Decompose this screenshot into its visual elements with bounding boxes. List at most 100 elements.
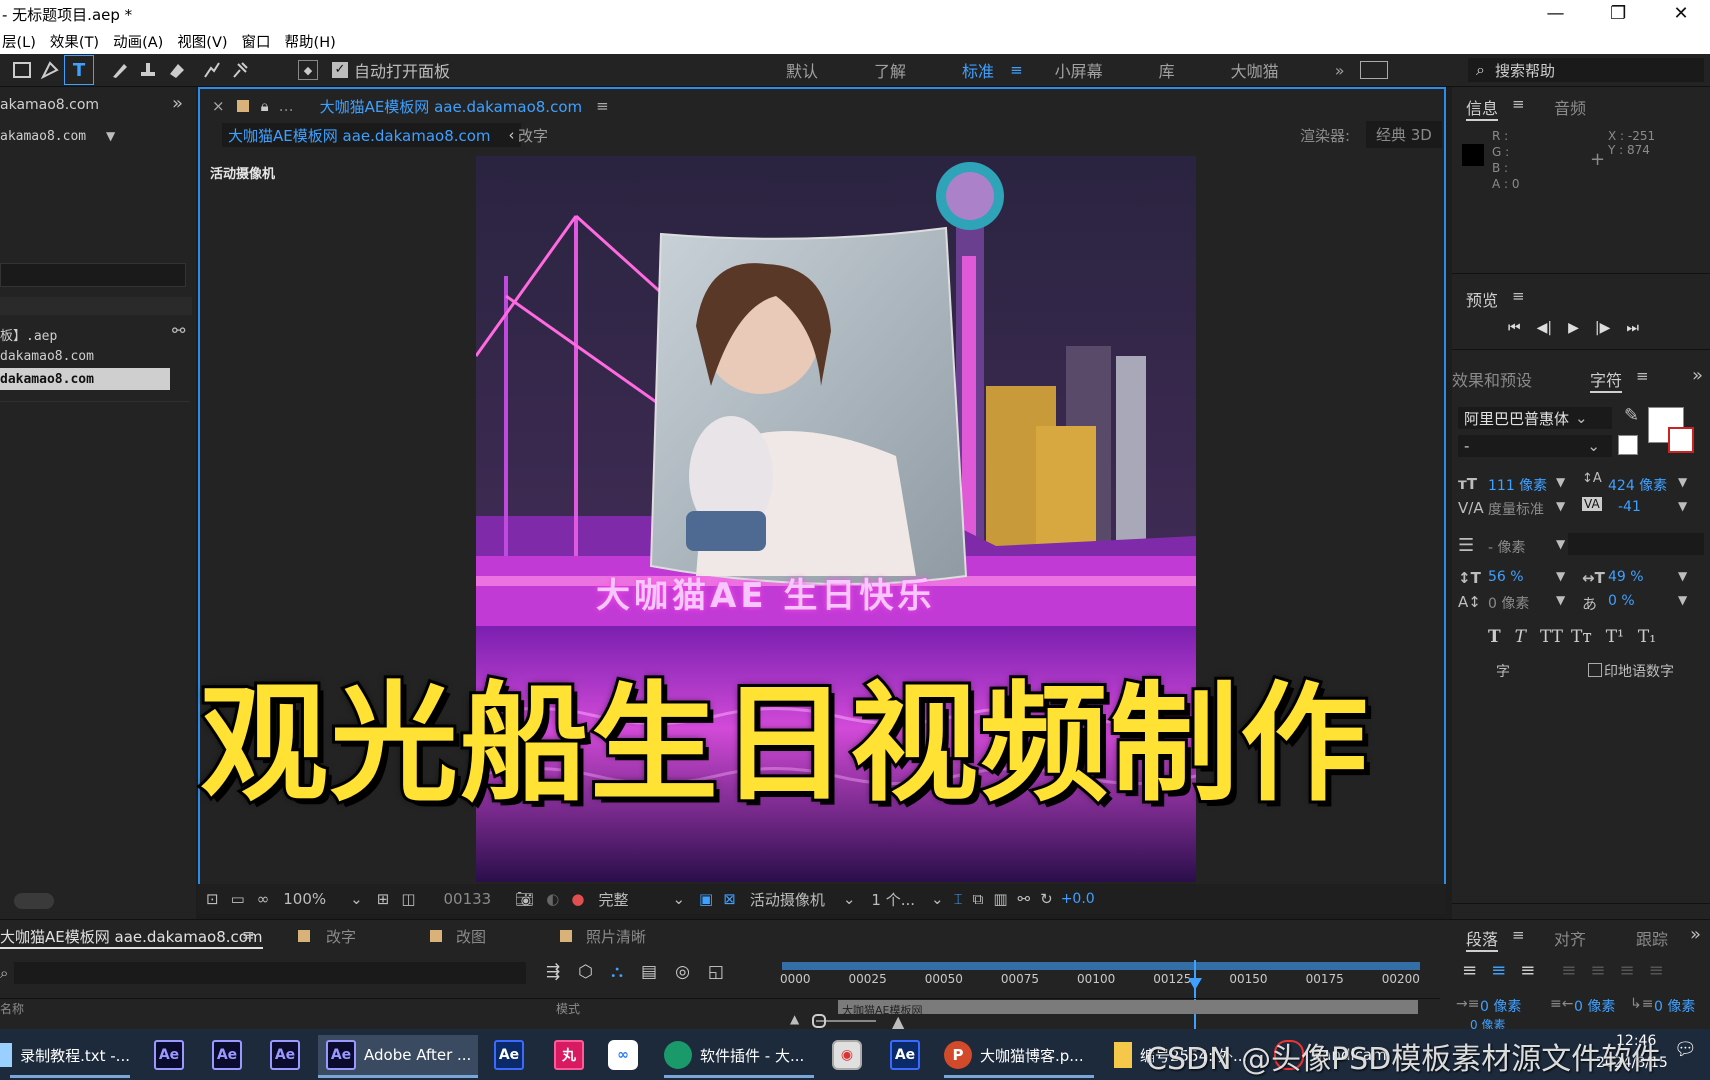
baseline-value[interactable]: 0 像素	[1488, 593, 1529, 613]
vscale-chevron-icon[interactable]: ▼	[1556, 569, 1565, 583]
reset-exposure-icon[interactable]: ↻	[1040, 890, 1053, 908]
font-style-select[interactable]: - ⌄	[1458, 435, 1612, 457]
work-area-bar[interactable]	[782, 962, 1420, 970]
last-frame-icon[interactable]: ⏭	[1626, 320, 1639, 336]
timeline-comp-tab[interactable]: 大咖猫AE模板网 aae.dakamao8.com	[0, 926, 263, 949]
tracker-tab[interactable]: 跟踪	[1636, 926, 1668, 950]
font-family-select[interactable]: 阿里巴巴普惠体 ⌄	[1458, 407, 1612, 429]
frame-blending-icon[interactable]: ▤	[641, 962, 657, 982]
next-frame-icon[interactable]: |▶︎	[1595, 320, 1610, 336]
stroke-width-chevron-icon[interactable]: ▼	[1556, 537, 1565, 551]
info-menu-icon[interactable]: ≡	[1512, 95, 1525, 113]
comp-mini-flowchart-icon[interactable]: ⇶	[546, 962, 560, 982]
panel-toggle-icon[interactable]: ◆	[298, 60, 318, 80]
stroke-type-select[interactable]	[1568, 533, 1704, 555]
zoom-slider-handle[interactable]	[812, 1014, 826, 1028]
close-button[interactable]: ✕	[1652, 0, 1710, 28]
all-caps-icon[interactable]: TT	[1540, 627, 1563, 647]
paragraph-menu-icon[interactable]: ≡	[1512, 926, 1525, 944]
clone-stamp-tool-icon[interactable]	[134, 56, 162, 84]
faux-italic-icon[interactable]: T	[1515, 627, 1526, 647]
type-tool-icon[interactable]: T	[64, 55, 94, 85]
toggle-pixel-aspect-icon[interactable]: ⌶	[954, 890, 963, 908]
fast-preview-icon[interactable]: ▣	[699, 890, 713, 908]
show-snapshot-icon[interactable]: ◐	[546, 890, 559, 908]
menu-layer[interactable]: 层(L)	[2, 31, 36, 52]
renderer-value[interactable]: 经典 3D	[1366, 121, 1442, 148]
sync-settings-icon[interactable]	[1360, 61, 1389, 79]
small-caps-icon[interactable]: Tт	[1571, 627, 1592, 647]
monitor-icon[interactable]: ▭	[231, 890, 245, 908]
audio-tab[interactable]: 音频	[1554, 95, 1586, 119]
timecode-display[interactable]: 00133	[444, 890, 492, 908]
exposure-value[interactable]: +0.0	[1061, 891, 1095, 907]
views-count-select[interactable]: 1 个...	[871, 889, 915, 910]
align-center-icon[interactable]: ≡	[1491, 960, 1506, 981]
taskbar-ae-blue-2[interactable]: Ae	[890, 1035, 920, 1075]
preview-menu-icon[interactable]: ≡	[1512, 287, 1525, 305]
kerning-chevron-icon[interactable]: ▼	[1556, 499, 1565, 513]
taskbar-notepad[interactable]: 录制教程.txt -...	[0, 1035, 130, 1075]
info-tab[interactable]: 信息	[1466, 95, 1499, 121]
tab-menu-icon[interactable]: ≡	[596, 97, 609, 115]
timeline-tab-text[interactable]: 改字	[326, 926, 356, 947]
prev-frame-icon[interactable]: ◀︎|	[1537, 320, 1552, 336]
kerning-value[interactable]: 度量标准	[1488, 499, 1544, 519]
transparency-grid-icon[interactable]: ⊠	[723, 890, 736, 908]
timeline-search-field[interactable]	[14, 962, 526, 984]
superscript-icon[interactable]: T¹	[1606, 627, 1624, 647]
project-file-item[interactable]: 板】.aep	[0, 325, 57, 344]
menu-animation[interactable]: 动画(A)	[113, 31, 163, 52]
character-menu-icon[interactable]: ≡	[1636, 367, 1649, 385]
hide-shy-icon[interactable]: ⛬	[611, 962, 623, 982]
resolution-select[interactable]: 完整	[598, 889, 628, 910]
hindi-digits-checkbox[interactable]	[1588, 663, 1602, 677]
baseline-chevron-icon[interactable]: ▼	[1556, 593, 1565, 607]
character-tab[interactable]: 字符	[1590, 367, 1623, 393]
restore-button[interactable]: ❐	[1589, 0, 1647, 28]
zoom-select[interactable]: 100%	[283, 890, 326, 908]
project-item[interactable]: dakamao8.com	[0, 349, 94, 364]
workspace-library[interactable]: 库	[1159, 58, 1175, 82]
timeline-toggle-icon[interactable]: ▥	[993, 890, 1007, 908]
swap-colors-icon[interactable]	[1618, 435, 1638, 455]
taskbar-ae-1[interactable]: Ae	[154, 1035, 184, 1075]
taskbar-ae-active[interactable]: Ae Adobe After ...	[318, 1035, 478, 1075]
fast-previews-icon[interactable]: ⧉	[973, 890, 984, 908]
composition-tab-title[interactable]: 大咖猫AE模板网 aae.dakamao8.com	[320, 96, 583, 117]
taskbar-ae-2[interactable]: Ae	[212, 1035, 242, 1075]
timeline-menu-icon[interactable]: ≡	[242, 926, 255, 944]
workspace-learn[interactable]: 了解	[874, 58, 906, 82]
more-panels-icon[interactable]: »	[1690, 924, 1701, 945]
paragraph-tab[interactable]: 段落	[1466, 926, 1499, 952]
stroke-color-swatch[interactable]	[1668, 427, 1694, 453]
comp-color-label-icon[interactable]	[236, 100, 249, 112]
subscript-icon[interactable]: T₁	[1638, 627, 1656, 647]
taskbar-ae-blue[interactable]: Ae	[494, 1035, 524, 1075]
align-right-icon[interactable]: ≡	[1520, 960, 1535, 981]
notification-icon[interactable]: 💬︎	[1674, 1039, 1697, 1060]
eyedropper-icon[interactable]: ✎	[1624, 405, 1639, 426]
dropdown-arrow-icon[interactable]: ▼	[106, 129, 115, 143]
preview-tab[interactable]: 预览	[1466, 287, 1498, 311]
justify-center-icon[interactable]: ≡	[1590, 960, 1605, 981]
taskbar-camera-app[interactable]: ◉	[832, 1035, 862, 1075]
workspace-small-screen[interactable]: 小屏幕	[1055, 58, 1103, 82]
close-tab-icon[interactable]: ×	[212, 97, 225, 115]
auto-open-panels-toggle[interactable]: ✓ 自动打开面板	[332, 58, 450, 82]
taskbar-powerpoint[interactable]: P 大咖猫博客.p...	[944, 1035, 1084, 1075]
taskbar-app-red[interactable]: 丸	[554, 1035, 584, 1075]
workspace-menu-icon[interactable]: ≡	[1010, 61, 1023, 79]
taskbar-edge[interactable]: 软件插件 - 大...	[664, 1035, 804, 1075]
tsume-value[interactable]: 0 %	[1608, 593, 1635, 609]
project-search-field[interactable]	[0, 263, 186, 287]
breadcrumb-next[interactable]: 改字	[518, 125, 548, 146]
indent-first-value[interactable]: 0 像素	[1654, 996, 1695, 1016]
lock-icon[interactable]: 🔒︎	[261, 97, 269, 115]
timeline-tab-photo[interactable]: 照片清晰	[586, 926, 646, 947]
workspace-dakamao[interactable]: 大咖猫	[1231, 58, 1279, 82]
snapshot-camera-icon[interactable]: 📷︎	[515, 890, 534, 908]
safe-zones-icon[interactable]: ⊞	[377, 890, 390, 908]
align-left-icon[interactable]: ≡	[1462, 960, 1477, 981]
faux-bold-icon[interactable]: T	[1488, 627, 1501, 647]
